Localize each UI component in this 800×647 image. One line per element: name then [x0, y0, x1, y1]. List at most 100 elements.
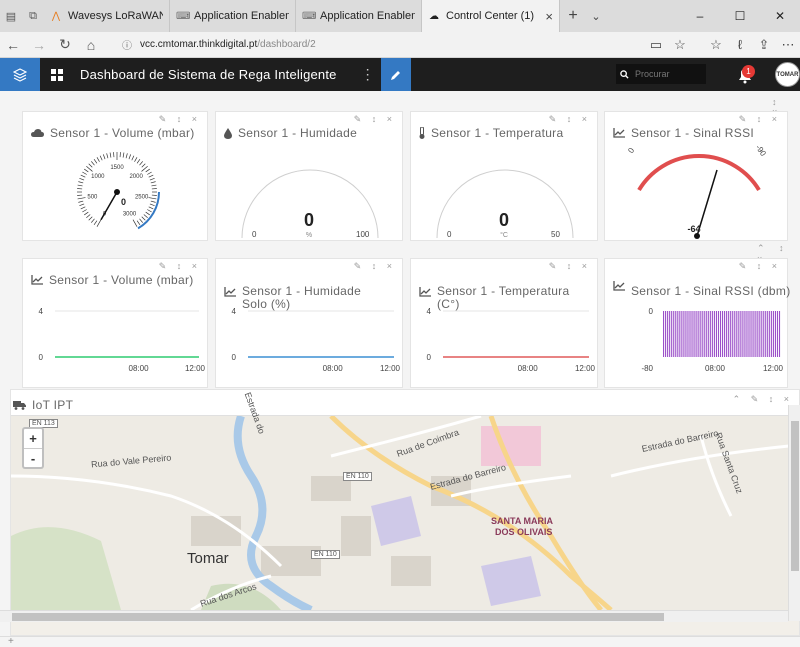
y-tick-label: 4 [427, 307, 432, 316]
widget-title: IoT IPT [13, 398, 73, 412]
dashboard-grid-button[interactable] [40, 58, 74, 91]
chart-temperature: Sensor 1 - Temperatura (C°) ✎ ↕ × 4 0 08:0… [410, 258, 598, 388]
window-controls: – ☐ ✕ [680, 0, 800, 32]
widget-tools[interactable]: ✎ ↕ × [736, 114, 783, 125]
url-field[interactable]: ⓘ vcc.cmtomar.thinkdigital.pt/dashboard/… [122, 37, 644, 52]
refresh-icon[interactable]: ↻ [52, 36, 78, 53]
dial-tick-label: 3000 [123, 212, 137, 218]
home-icon[interactable]: ⌂ [78, 37, 104, 53]
dial-tick-label: 1500 [110, 165, 124, 171]
dial-tick [131, 155, 135, 161]
widget-title: Sensor 1 - Temperatura [419, 126, 563, 140]
close-window-button[interactable]: ✕ [760, 0, 800, 32]
maximize-button[interactable]: ☐ [720, 0, 760, 32]
scroll-thumb[interactable] [12, 613, 664, 621]
bar [746, 311, 748, 357]
minimize-button[interactable]: – [680, 0, 720, 32]
widget-tools[interactable]: ✎ ↕ × [546, 261, 593, 272]
bar [703, 311, 705, 357]
widget-tools[interactable]: ✎ ↕ × [351, 261, 398, 272]
more-icon[interactable]: ⋯ [776, 37, 800, 53]
dial-tick [150, 181, 156, 184]
bar [732, 311, 734, 357]
dial-tick [77, 197, 86, 200]
browser-tab[interactable]: ⋀ Wavesys LoRaWAN Server [44, 0, 170, 32]
widget-tools[interactable]: ⌃ ✎ ↕ × [730, 394, 795, 405]
app-header: Dashboard de Sistema de Rega Inteligente… [0, 58, 800, 91]
search-input[interactable]: Procurar [616, 64, 706, 84]
dial-tick-label: 1000 [91, 174, 105, 180]
volume-dial: 0500100015002000250030000 [77, 152, 160, 230]
truck-icon [13, 401, 26, 410]
bar [711, 311, 713, 357]
widget-tools[interactable]: ✎ ↕ × [156, 261, 203, 272]
info-icon[interactable]: ⓘ [122, 37, 132, 52]
zoom-in-button[interactable]: + [24, 429, 42, 448]
layers-menu-button[interactable] [0, 58, 40, 91]
widget-rssi-gauge: Sensor 1 - Sinal RSSI ✎ ↕ × 0 -90 -64 [604, 111, 788, 241]
dial-tick [77, 184, 83, 187]
horizontal-scrollbar[interactable] [0, 610, 788, 622]
widget-tools[interactable]: ✎ ↕ × [546, 114, 593, 125]
kebab-menu-icon[interactable]: ⋮ [357, 66, 379, 83]
dashboard-area: ↕ × Sensor 1 - Volume (mbar) ✎ ↕ × 05001… [0, 91, 800, 636]
y-tick-label: 4 [232, 307, 237, 316]
dial-tick [136, 220, 141, 225]
browser-tab[interactable]: ⌨ Application Enablement Pla [170, 0, 296, 32]
widget-tools[interactable]: ✎ ↕ × [736, 261, 783, 272]
bar [768, 311, 770, 357]
avatar[interactable]: TOMAR [775, 62, 800, 87]
back-icon[interactable]: ← [0, 37, 26, 53]
edit-dashboard-button[interactable] [380, 58, 411, 91]
widget-tools[interactable]: ✎ ↕ × [351, 114, 398, 125]
widget-title: Sensor 1 - Humidade [224, 126, 357, 140]
line-chart-plot: 4 0 08:00 12:00 [39, 307, 206, 373]
favorite-star-icon[interactable]: ☆ [668, 37, 692, 53]
bar [754, 311, 756, 357]
status-bar[interactable]: + [0, 636, 800, 647]
chevron-down-icon[interactable]: ⌄ [586, 0, 606, 32]
reading-view-icon[interactable]: ▭ [644, 37, 668, 53]
favorites-icon[interactable]: ☆ [704, 37, 728, 53]
bar [762, 311, 764, 357]
dial-tick [150, 200, 156, 203]
tab-actions-icon[interactable]: ▤ [0, 0, 22, 32]
search-placeholder: Procurar [635, 69, 670, 79]
bar [722, 311, 724, 357]
widget-title-text: IoT IPT [32, 398, 74, 412]
widget-title-text: Sensor 1 - Sinal RSSI [631, 126, 755, 140]
zoom-out-button[interactable]: - [24, 448, 42, 467]
browser-tab-active[interactable]: ☁ Control Center (1) × [422, 0, 560, 32]
pen-icon[interactable]: ℓ [728, 37, 752, 52]
bar [770, 311, 772, 357]
bar [774, 311, 776, 357]
scroll-thumb[interactable] [791, 421, 799, 571]
dial-tick [84, 168, 89, 173]
dial-tick [79, 203, 85, 207]
vertical-scrollbar[interactable] [788, 405, 800, 621]
cloud-icon [31, 128, 44, 137]
dial-tick [86, 214, 91, 218]
close-tab-icon[interactable]: × [545, 9, 553, 24]
widget-volume-gauge: Sensor 1 - Volume (mbar) ✎ ↕ × 0 500 1000 1… [22, 111, 208, 241]
drop-icon [224, 127, 232, 139]
bar [744, 311, 746, 357]
widget-tools[interactable]: ✎ ↕ × [156, 114, 203, 125]
bar [750, 311, 752, 357]
dial-tick [88, 216, 93, 221]
forward-icon[interactable]: → [26, 37, 52, 53]
x-tick-label: 08:00 [705, 364, 726, 373]
dial-tick [132, 219, 138, 227]
browser-tab-bar: ▤ ⧉ ⋀ Wavesys LoRaWAN Server ⌨ Applicati… [0, 0, 800, 32]
browser-tab[interactable]: ⌨ Application Enablement Pla [296, 0, 422, 32]
widget-title-text: Sensor 1 - Volume (mbar) [50, 126, 195, 140]
set-aside-tabs-icon[interactable]: ⧉ [22, 0, 44, 32]
keyboard-icon: ⌨ [302, 10, 317, 22]
bar [665, 311, 667, 357]
dial-tick [145, 168, 150, 173]
dial-tick [84, 211, 89, 216]
cloud-icon: ☁ [429, 10, 439, 22]
share-icon[interactable]: ⇪ [752, 37, 776, 53]
bar [728, 311, 730, 357]
new-tab-button[interactable]: + [560, 0, 586, 32]
